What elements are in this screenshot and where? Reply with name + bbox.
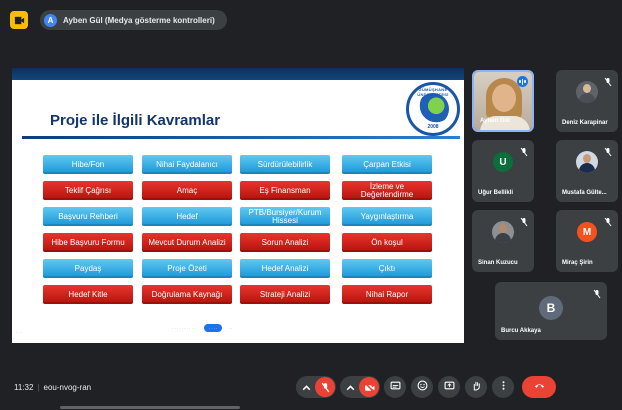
leave-call-button[interactable] [522, 376, 556, 398]
concept-tile: Strateji Analizi [240, 285, 330, 304]
mic-off-icon[interactable] [315, 377, 335, 397]
more-options-button[interactable] [492, 376, 514, 398]
participant-tile-mustafa[interactable]: Mustafa Gülte... [556, 140, 618, 202]
mic-off-icon [603, 144, 613, 157]
concept-tile: Ön koşul [342, 233, 432, 252]
concept-tile: Proje Özeti [142, 259, 232, 278]
shared-slide: Proje ile İlgili Kavramlar GÜMÜŞHANE ÜNİ… [12, 68, 464, 343]
concept-tile: Eş Finansman [240, 181, 330, 200]
emoji-icon [417, 378, 428, 396]
participant-avatar: M [577, 222, 597, 242]
concept-tile: Sürdürülebilirlik [240, 155, 330, 174]
slide-title: Proje ile İlgili Kavramlar [50, 112, 221, 129]
chevron-up-icon[interactable] [341, 382, 359, 393]
university-logo: GÜMÜŞHANE ÜNİVERSİTESİ 2008 [406, 82, 460, 136]
logo-year: 2008 [427, 124, 439, 130]
chevron-up-icon[interactable] [297, 382, 315, 393]
horizontal-scrollbar[interactable] [60, 406, 240, 409]
meeting-info: 11:32 | eou-nvog-ran [14, 383, 92, 392]
mic-off-icon [603, 74, 613, 87]
concept-tile: Mevcut Durum Analizi [142, 233, 232, 252]
presenter-avatar: A [44, 13, 57, 27]
logo-emblem [417, 93, 449, 125]
camera-control[interactable] [340, 376, 380, 398]
concept-tile: Doğrulama Kaynağı [142, 285, 232, 304]
concept-tile: Hibe Başvuru Formu [43, 233, 133, 252]
concept-tile: Nihai Rapor [342, 285, 432, 304]
concept-tile: Nihai Faydalanıcı [142, 155, 232, 174]
concept-tile: Başvuru Rehberi [43, 207, 133, 226]
participant-tile-sinan[interactable]: Sinan Kuzucu [472, 210, 534, 272]
profile-photo [576, 151, 598, 173]
raise-hand-button[interactable] [465, 376, 487, 398]
more-vertical-icon [498, 378, 509, 396]
mic-off-icon [519, 214, 529, 227]
speaking-indicator-icon [517, 76, 528, 87]
slide-divider [22, 136, 460, 139]
concept-tile: Hedef Kitle [43, 285, 133, 304]
captions-icon [390, 378, 401, 396]
participant-name: Deniz Karapinar [562, 120, 608, 126]
concept-tile: Hedef Analizi [240, 259, 330, 278]
concept-tile: Hedef [142, 207, 232, 226]
mic-off-icon [592, 286, 602, 299]
concept-tile: Amaç [142, 181, 232, 200]
concept-tile: Hibe/Fon [43, 155, 133, 174]
participant-tile-deniz[interactable]: Deniz Karapinar [556, 70, 618, 132]
slide-footer-text: · · · · · · · · · · · [172, 325, 198, 331]
captions-button[interactable] [384, 376, 406, 398]
participant-tile-burcu[interactable]: B Burcu Akkaya [495, 282, 607, 340]
slide-corner-mark: · · · [16, 330, 23, 335]
participant-tile-mirac[interactable]: M Miraç Şirin [556, 210, 618, 272]
slide-header-band [12, 68, 464, 80]
meet-app-icon[interactable] [10, 11, 28, 29]
participant-name: Ayben Gül [480, 118, 510, 124]
concept-tile: Sorun Analizi [240, 233, 330, 252]
bottom-bar: 11:32 | eou-nvog-ran [0, 362, 622, 410]
concept-tile: Çarpan Etkisi [342, 155, 432, 174]
presenter-chip[interactable]: A Ayben Gül (Medya gösterme kontrolleri) [40, 10, 227, 30]
clock-time: 11:32 [14, 383, 34, 392]
profile-photo [576, 81, 598, 103]
slide-footer-text-end: · · [228, 325, 233, 331]
participant-tile-ayben[interactable]: Ayben Gül [472, 70, 534, 132]
mic-off-icon [519, 144, 529, 157]
participant-avatar: B [539, 296, 563, 320]
top-bar: A Ayben Gül (Medya gösterme kontrolleri) [0, 0, 622, 38]
reactions-button[interactable] [411, 376, 433, 398]
participant-name: Sinan Kuzucu [478, 260, 518, 266]
hang-up-icon [534, 378, 545, 396]
concept-tile: PTB/Bursiyer/Kurum Hissesi [240, 207, 330, 226]
slide-footer-pill: · · · · [203, 324, 223, 332]
participant-name: Uğur Bellikli [478, 190, 514, 196]
presenter-label: Ayben Gül (Medya gösterme kontrolleri) [63, 15, 215, 25]
concept-tile: Teklif Çağrısı [43, 181, 133, 200]
meeting-code[interactable]: eou-nvog-ran [44, 383, 92, 392]
participant-name: Miraç Şirin [562, 260, 593, 266]
participant-avatar: U [493, 152, 513, 172]
logo-text: GÜMÜŞHANE ÜNİVERSİTESİ [417, 87, 449, 97]
present-screen-icon [444, 378, 455, 396]
present-screen-button[interactable] [438, 376, 460, 398]
slide-footer: · · · · · · · · · · · · · · · · · [172, 324, 232, 332]
concept-tile: Paydaş [43, 259, 133, 278]
mic-off-icon [603, 214, 613, 227]
participant-name: Mustafa Gülte... [562, 190, 607, 196]
profile-photo [492, 221, 514, 243]
concept-tile: Çıktı [342, 259, 432, 278]
concept-tile: Yaygınlaştırma [342, 207, 432, 226]
microphone-control[interactable] [296, 376, 336, 398]
participant-name: Burcu Akkaya [501, 328, 541, 334]
camera-off-icon[interactable] [359, 377, 379, 397]
participant-tile-ugur[interactable]: U Uğur Bellikli [472, 140, 534, 202]
raise-hand-icon [471, 378, 482, 396]
concept-tile: İzleme ve Değerlendirme [342, 181, 432, 200]
